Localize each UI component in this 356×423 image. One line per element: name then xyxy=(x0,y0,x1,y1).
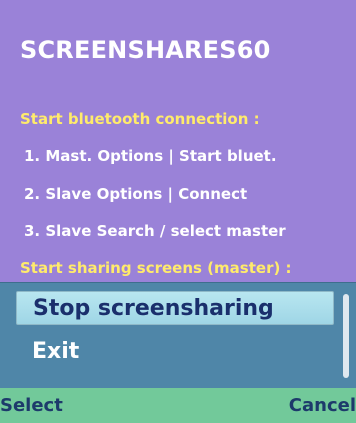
phone-screen: SCREENSHARES60 Start bluetooth connectio… xyxy=(0,0,356,423)
sharing-screens-header: Start sharing screens (master) : xyxy=(20,259,292,277)
menu-item-exit[interactable]: Exit xyxy=(16,335,334,369)
options-menu: Stop screensharing Exit xyxy=(0,282,356,389)
menu-scrollbar[interactable] xyxy=(343,294,349,378)
select-softkey[interactable]: Select xyxy=(0,388,63,423)
step-line-2: 2. Slave Options | Connect xyxy=(24,185,248,203)
cancel-softkey[interactable]: Cancel xyxy=(289,388,356,423)
instructions-panel: Start bluetooth connection : 1. Mast. Op… xyxy=(0,0,356,300)
step-line-1: 1. Mast. Options | Start bluet. xyxy=(24,147,277,165)
softkey-bar: Select Cancel xyxy=(0,388,356,423)
menu-item-stop-screensharing[interactable]: Stop screensharing xyxy=(16,291,334,325)
step-line-3: 3. Slave Search / select master xyxy=(24,222,286,240)
bluetooth-connection-header: Start bluetooth connection : xyxy=(20,110,260,128)
